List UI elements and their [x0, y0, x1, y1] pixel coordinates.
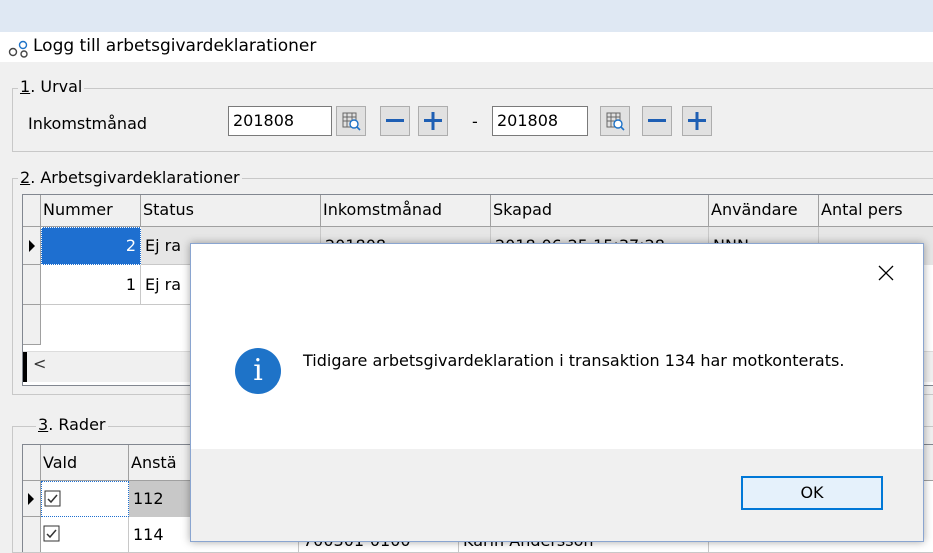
window-title: Logg till arbetsgivardeklarationer [33, 36, 317, 56]
range-separator: - [472, 112, 478, 131]
inkomstmanad-label: Inkomstmånad [28, 114, 148, 133]
to-calendar-button[interactable] [600, 106, 630, 136]
calendar-search-icon [606, 112, 625, 131]
from-calendar-button[interactable] [336, 106, 366, 136]
row-indicator[interactable] [23, 227, 41, 265]
scroll-left-button[interactable]: < [33, 354, 46, 373]
message-dialog: i Tidigare arbetsgivardeklaration i tran… [190, 243, 924, 542]
col-header-status[interactable]: Status [141, 195, 321, 227]
col-header-inkomstmanad[interactable]: Inkomstmånad [321, 195, 491, 227]
calendar-search-icon [342, 112, 361, 131]
header-corner [23, 195, 41, 227]
cell-vald[interactable] [41, 517, 129, 552]
from-month-input[interactable]: 201808 [228, 106, 332, 136]
plus-icon [424, 112, 442, 130]
cell-nummer[interactable]: 2 [41, 227, 141, 265]
col-header-anvandare[interactable]: Användare [709, 195, 819, 227]
col-header-vald[interactable]: Vald [41, 445, 129, 481]
col-header-antal-pers[interactable]: Antal pers [819, 195, 933, 227]
header-corner [23, 445, 41, 481]
checkbox-checked-icon [44, 490, 61, 507]
close-icon[interactable] [871, 258, 901, 288]
minus-icon [648, 119, 666, 122]
current-row-arrow-icon [28, 493, 34, 505]
ok-button[interactable]: OK [741, 476, 883, 510]
from-plus-button[interactable] [418, 106, 448, 136]
col-header-skapad[interactable]: Skapad [491, 195, 709, 227]
dialog-message: Tidigare arbetsgivardeklaration i transa… [303, 351, 845, 370]
current-row-arrow-icon [29, 240, 35, 252]
row-indicator[interactable] [23, 265, 41, 305]
arbetsgivardeklarationer-group-label: 2. Arbetsgivardeklarationer [18, 168, 242, 187]
rader-group-label: 3. Rader [36, 415, 108, 434]
col-header-nummer[interactable]: Nummer [41, 195, 141, 227]
minus-icon [386, 119, 404, 122]
to-minus-button[interactable] [642, 106, 672, 136]
to-month-input[interactable]: 201808 [492, 106, 588, 136]
window-top-strip [0, 0, 933, 32]
to-plus-button[interactable] [682, 106, 712, 136]
row-indicator[interactable] [23, 305, 41, 345]
cell-vald[interactable] [41, 481, 129, 517]
row-indicator[interactable] [23, 517, 41, 552]
row-indicator[interactable] [23, 481, 41, 517]
app-log-icon [8, 40, 28, 58]
plus-icon [688, 112, 706, 130]
urval-group-label: 1. Urval [18, 77, 85, 96]
scroll-left-bar [23, 352, 27, 382]
from-minus-button[interactable] [380, 106, 410, 136]
checkbox-checked-icon [43, 525, 60, 542]
info-icon: i [235, 348, 281, 394]
cell-nummer[interactable]: 1 [41, 265, 141, 305]
